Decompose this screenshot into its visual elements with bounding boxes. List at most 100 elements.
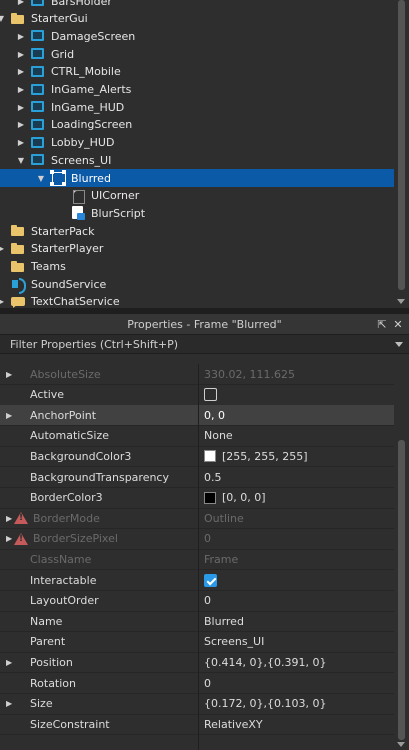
arrow-placeholder: [0, 275, 6, 293]
tree-item-starterpack[interactable]: StarterPack: [0, 222, 394, 240]
property-value[interactable]: RelativeXY: [204, 718, 263, 731]
expand-arrow-icon[interactable]: ▶: [6, 411, 18, 420]
filter-properties-input[interactable]: Filter Properties (Ctrl+Shift+P): [0, 334, 409, 354]
tree-item-barsholder[interactable]: ▶ BarsHolder: [0, 0, 394, 10]
property-name-text: BackgroundColor3: [30, 449, 132, 463]
screen-gui-icon: [30, 117, 46, 133]
tree-item-screens-ui[interactable]: ▼ Screens_UI: [0, 151, 394, 169]
property-row-position[interactable]: ▶ Position {0.414, 0},{0.391, 0}: [0, 652, 394, 674]
property-value[interactable]: Screens_UI: [204, 635, 264, 648]
expand-arrow-icon[interactable]: ▶: [6, 658, 18, 667]
property-value[interactable]: None: [204, 429, 233, 442]
expand-arrow-icon[interactable]: ▶: [16, 134, 26, 152]
expand-arrow-icon[interactable]: ▶: [16, 0, 26, 10]
tree-item-soundservice[interactable]: SoundService: [0, 275, 394, 295]
expand-arrow-icon[interactable]: ▶: [6, 699, 18, 708]
expand-arrow-icon[interactable]: ▶: [16, 45, 26, 63]
tree-item-blurred[interactable]: ▼ Blurred: [0, 169, 394, 187]
property-row-sizeconstraint[interactable]: SizeConstraint RelativeXY: [0, 714, 394, 736]
tree-item-ctrl-mobile[interactable]: ▶ CTRL_Mobile: [0, 63, 394, 81]
property-value[interactable]: [204, 388, 217, 402]
property-row-backgroundtransparency[interactable]: BackgroundTransparency 0.5: [0, 467, 394, 488]
tree-item-blurscript[interactable]: BlurScript: [0, 204, 394, 222]
expand-arrow-icon[interactable]: ▶: [16, 116, 26, 134]
property-value-text: 0: [204, 676, 211, 690]
property-name: Rotation: [30, 677, 76, 690]
scroll-down-icon[interactable]: [397, 299, 405, 304]
properties-scrollbar-thumb[interactable]: [398, 440, 405, 740]
property-row-automaticsize[interactable]: AutomaticSize None: [0, 426, 394, 447]
property-row-bordercolor3[interactable]: BorderColor3 [0, 0, 0]: [0, 488, 394, 509]
property-value[interactable]: {0.172, 0},{0.103, 0}: [204, 697, 326, 710]
property-row-parent[interactable]: Parent Screens_UI: [0, 632, 394, 653]
property-row-interactable[interactable]: Interactable: [0, 570, 394, 591]
property-value[interactable]: [0, 0, 0]: [204, 491, 266, 504]
property-name-text: Size: [30, 697, 53, 711]
property-value[interactable]: {0.414, 0},{0.391, 0}: [204, 656, 326, 669]
screen-gui-icon: [30, 0, 46, 9]
property-row-classname[interactable]: ClassName Frame: [0, 549, 394, 571]
property-value[interactable]: [255, 255, 255]: [204, 450, 308, 463]
tree-item-textchatservice[interactable]: ▶ TextChatService: [0, 293, 394, 308]
property-row-layoutorder[interactable]: LayoutOrder 0: [0, 591, 394, 612]
tree-item-label: CTRL_Mobile: [51, 65, 121, 79]
expand-arrow-icon[interactable]: ▶: [16, 81, 26, 99]
expand-arrow-icon[interactable]: ▶: [16, 98, 26, 116]
expand-arrow-icon[interactable]: ▶: [0, 240, 6, 258]
property-row-anchorpoint[interactable]: ▶ AnchorPoint 0, 0: [0, 405, 394, 427]
tree-item-starterplayer[interactable]: ▶ StarterPlayer: [0, 240, 394, 258]
tree-item-ingame-alerts[interactable]: ▶ InGame_Alerts: [0, 81, 394, 99]
property-name-text: BorderSizePixel: [33, 532, 118, 546]
expand-arrow-icon[interactable]: ▶: [0, 293, 6, 308]
explorer-scrollbar[interactable]: [394, 0, 409, 308]
tree-item-grid[interactable]: ▶ Grid: [0, 45, 394, 63]
collapse-arrow-icon[interactable]: ▼: [0, 10, 6, 28]
color-swatch[interactable]: [204, 450, 216, 463]
property-value[interactable]: 0: [204, 594, 211, 607]
property-row-rotation[interactable]: Rotation 0: [0, 673, 394, 694]
property-value: 0: [204, 532, 211, 545]
property-name-text: Parent: [30, 635, 66, 649]
collapse-arrow-icon[interactable]: ▼: [16, 151, 26, 169]
expand-arrow-icon[interactable]: ▶: [16, 63, 26, 81]
property-row-backgroundcolor3[interactable]: BackgroundColor3 [255, 255, 255]: [0, 446, 394, 468]
tree-item-startergui[interactable]: ▼ StarterGui: [0, 10, 394, 28]
close-icon[interactable]: ✕: [391, 317, 405, 331]
property-value[interactable]: 0: [204, 677, 211, 690]
property-name-text: Active: [30, 388, 65, 402]
collapse-arrow-icon[interactable]: ▼: [36, 169, 46, 187]
property-row-size[interactable]: ▶ Size {0.172, 0},{0.103, 0}: [0, 694, 394, 715]
frame-icon: [50, 170, 66, 186]
property-value[interactable]: 0.5: [204, 471, 222, 484]
property-row-active[interactable]: Active: [0, 385, 394, 406]
color-swatch[interactable]: [204, 491, 216, 504]
tree-item-ingame-hud[interactable]: ▶ InGame_HUD: [0, 98, 394, 116]
property-name-text: SizeConstraint: [30, 717, 110, 731]
property-value[interactable]: Blurred: [204, 615, 244, 628]
property-row-bordersizepixel[interactable]: ▶BorderSizePixel0: [0, 529, 394, 550]
warning-icon: [14, 512, 28, 525]
column-divider[interactable]: [198, 364, 199, 750]
property-row-bordermode[interactable]: ▶BorderModeOutline: [0, 508, 394, 530]
explorer-scrollbar-thumb[interactable]: [398, 0, 405, 290]
expand-arrow-icon[interactable]: ▶: [16, 27, 26, 45]
undock-icon[interactable]: ⇱: [375, 317, 389, 331]
property-row-absolutesize[interactable]: ▶ AbsoluteSize 330.02, 111.625: [0, 364, 394, 385]
tree-item-loadingscreen[interactable]: ▶ LoadingScreen: [0, 116, 394, 134]
scroll-down-icon[interactable]: [397, 742, 405, 747]
tree-item-teams[interactable]: Teams: [0, 258, 394, 276]
property-name: Interactable: [30, 574, 96, 587]
chevron-down-icon[interactable]: [395, 342, 403, 347]
checkbox-checked[interactable]: [204, 573, 217, 587]
tree-item-lobby-hud[interactable]: ▶ Lobby_HUD: [0, 134, 394, 152]
property-value-text: None: [204, 429, 233, 443]
expand-arrow-icon[interactable]: ▶: [6, 370, 18, 379]
property-value[interactable]: 0, 0: [204, 409, 225, 422]
properties-title: Properties - Frame "Blurred": [127, 317, 282, 331]
property-value[interactable]: [204, 573, 217, 587]
checkbox-unchecked[interactable]: [204, 388, 217, 402]
tree-item-uicorner[interactable]: UICorner: [0, 187, 394, 205]
property-row-name[interactable]: Name Blurred: [0, 611, 394, 633]
properties-scrollbar[interactable]: [394, 354, 409, 750]
tree-item-damagescreen[interactable]: ▶ DamageScreen: [0, 27, 394, 45]
